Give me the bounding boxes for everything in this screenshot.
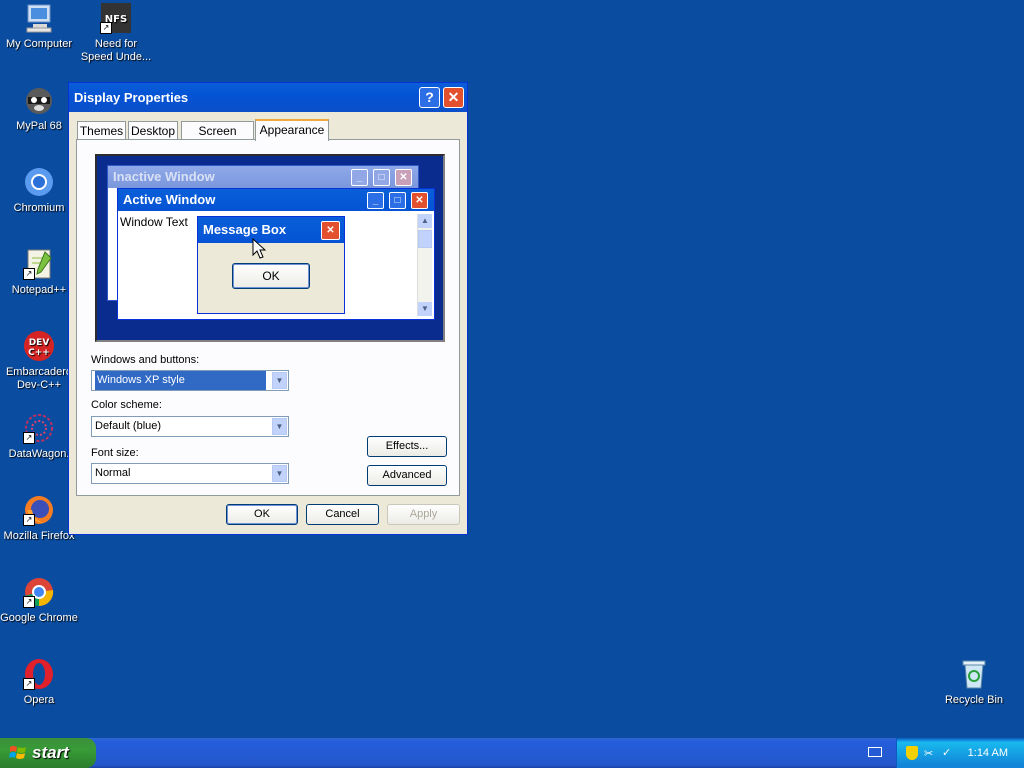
maximize-icon: □ xyxy=(389,192,406,209)
opera-icon: ↗ xyxy=(23,658,55,690)
color-scheme-select[interactable]: Default (blue) ▼ xyxy=(91,416,289,437)
color-scheme-label: Color scheme: xyxy=(91,399,162,411)
datawagon-icon: ↗ xyxy=(23,412,55,444)
chrome-icon: ↗ xyxy=(23,576,55,608)
scroll-up-icon: ▲ xyxy=(418,214,432,228)
message-box-title: Message Box xyxy=(203,222,287,237)
clock[interactable]: 1:14 AM xyxy=(968,747,1008,759)
volume-icon[interactable]: ✓ xyxy=(942,746,951,759)
tab-desktop[interactable]: Desktop xyxy=(128,121,178,139)
desktop-icon-my-computer[interactable]: My Computer xyxy=(0,2,79,51)
chromium-icon xyxy=(23,166,55,198)
close-icon: ✕ xyxy=(411,192,428,209)
icon-label: My Computer xyxy=(5,38,73,50)
network-icon[interactable]: ✂ xyxy=(924,747,933,760)
windows-buttons-value: Windows XP style xyxy=(95,371,266,390)
tab-themes[interactable]: Themes xyxy=(77,121,126,139)
minimize-icon: _ xyxy=(351,169,368,186)
chevron-down-icon[interactable]: ▼ xyxy=(272,372,287,389)
cancel-button[interactable]: Cancel xyxy=(306,504,379,525)
icon-label: Google Chrome xyxy=(0,612,78,624)
inactive-window-title: Inactive Window xyxy=(113,169,215,184)
window-text: Window Text xyxy=(120,215,188,229)
close-button[interactable]: ✕ xyxy=(443,87,464,108)
devcpp-icon: DEV C++ xyxy=(23,330,55,362)
appearance-preview: Inactive Window _ □ ✕ Active Window _ □ … xyxy=(95,154,445,342)
ok-button[interactable]: OK xyxy=(226,504,298,525)
icon-label: Need for Speed Unde... xyxy=(80,38,152,63)
appearance-panel: Inactive Window _ □ ✕ Active Window _ □ … xyxy=(76,139,460,496)
tab-screen-saver[interactable]: Screen Saver xyxy=(181,121,254,156)
start-button[interactable]: start xyxy=(0,738,96,768)
keyboard-icon[interactable] xyxy=(868,747,882,757)
maximize-icon: □ xyxy=(373,169,390,186)
minimize-icon: _ xyxy=(367,192,384,209)
taskbar: start ✂ ✓ 1:14 AM xyxy=(0,738,1024,768)
font-size-value: Normal xyxy=(95,467,131,479)
font-size-label: Font size: xyxy=(91,447,139,459)
system-tray: ✂ ✓ 1:14 AM xyxy=(896,738,1024,768)
close-icon: ✕ xyxy=(447,89,460,105)
window-title: Display Properties xyxy=(74,90,189,105)
desktop-icon-chrome[interactable]: ↗ Google Chrome xyxy=(0,576,79,625)
svg-text:C++: C++ xyxy=(28,348,50,358)
question-icon: ? xyxy=(425,89,434,105)
effects-button[interactable]: Effects... xyxy=(367,436,447,457)
raccoon-icon xyxy=(23,84,55,116)
windows-buttons-select[interactable]: Windows XP style ▼ xyxy=(91,370,289,391)
close-icon: ✕ xyxy=(395,169,412,186)
apply-button[interactable]: Apply xyxy=(387,504,460,525)
firefox-icon: ↗ xyxy=(23,494,55,526)
svg-text:DEV: DEV xyxy=(29,338,50,348)
chevron-down-icon[interactable]: ▼ xyxy=(272,465,287,482)
scroll-thumb xyxy=(418,230,432,248)
scroll-down-icon: ▼ xyxy=(418,302,432,316)
notepad-icon: ↗ xyxy=(23,248,55,280)
color-scheme-value: Default (blue) xyxy=(95,420,162,432)
security-shield-icon[interactable] xyxy=(906,746,918,760)
mouse-cursor-icon xyxy=(252,238,266,259)
title-bar[interactable]: Display Properties ? ✕ xyxy=(69,83,467,112)
advanced-button[interactable]: Advanced xyxy=(367,465,447,486)
icon-label: Recycle Bin xyxy=(944,694,1004,706)
windows-buttons-label: Windows and buttons: xyxy=(91,354,200,366)
font-size-select[interactable]: Normal ▼ xyxy=(91,463,289,484)
windows-logo-icon xyxy=(9,746,26,759)
help-button[interactable]: ? xyxy=(419,87,440,108)
display-properties-window: Display Properties ? ✕ Themes Desktop Sc… xyxy=(68,82,468,535)
game-icon: NFS ↗ xyxy=(100,2,132,34)
message-ok-button: OK xyxy=(232,263,310,289)
tab-appearance[interactable]: Appearance xyxy=(255,119,329,141)
start-label: start xyxy=(32,743,69,762)
recycle-bin-icon xyxy=(958,658,990,690)
active-window-title: Active Window xyxy=(123,192,216,207)
desktop-icon-recycle-bin[interactable]: Recycle Bin xyxy=(934,658,1014,707)
preview-scrollbar: ▲ ▼ xyxy=(417,214,432,316)
chevron-down-icon[interactable]: ▼ xyxy=(272,418,287,435)
desktop-icon-need-for-speed[interactable]: NFS ↗ Need for Speed Unde... xyxy=(76,2,156,64)
desktop-icon-opera[interactable]: ↗ Opera xyxy=(0,658,79,707)
close-icon: ✕ xyxy=(321,221,340,240)
computer-icon xyxy=(23,2,55,34)
icon-label: Opera xyxy=(23,694,55,706)
message-box-preview: Message Box ✕ OK xyxy=(197,216,345,314)
